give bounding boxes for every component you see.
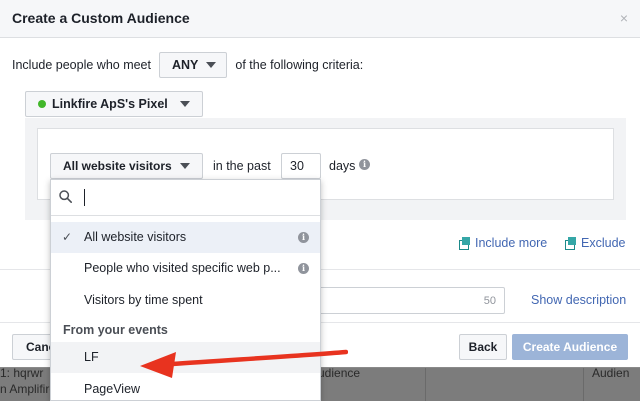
close-icon[interactable]: × [620, 10, 628, 26]
dropdown-item-label: PageView [84, 382, 141, 396]
caret-down-icon [179, 101, 190, 107]
dropdown-item-label: People who visited specific web p... [84, 261, 281, 275]
visitor-type-select[interactable]: All website visitors [50, 153, 203, 179]
pixel-select[interactable]: Linkfire ApS's Pixel [25, 91, 203, 117]
background-text: Audien [592, 366, 630, 380]
status-dot-icon [38, 100, 46, 108]
dropdown-item-label: All website visitors [84, 230, 187, 244]
dropdown-item-specific-pages[interactable]: People who visited specific web p... i [51, 253, 320, 284]
criteria-row: Include people who meet ANY of the follo… [12, 52, 363, 78]
include-icon [459, 237, 471, 250]
match-type-select[interactable]: ANY [158, 52, 228, 78]
modal-header: Create a Custom Audience × [0, 0, 640, 38]
caret-down-icon [206, 62, 217, 68]
check-icon: ✓ [62, 230, 73, 244]
criteria-prefix: Include people who meet [12, 58, 151, 72]
back-button[interactable]: Back [459, 334, 507, 360]
info-icon[interactable]: i [298, 232, 309, 243]
background-text: n Amplifire [0, 382, 57, 396]
caret-down-icon [179, 163, 190, 169]
char-count: 50 [483, 295, 496, 307]
modal-title: Create a Custom Audience [12, 10, 190, 26]
dropdown-section-header: From your events [63, 323, 168, 337]
include-more-label: Include more [475, 236, 548, 250]
audience-name-input[interactable]: 50 [300, 287, 505, 314]
dropdown-item-label: Visitors by time spent [84, 293, 203, 307]
dropdown-search[interactable] [51, 180, 320, 216]
days-label: days [329, 159, 356, 173]
days-input[interactable]: 30 [281, 153, 321, 179]
text-cursor [84, 189, 85, 206]
exclude-label: Exclude [581, 236, 626, 250]
background-text: 1: hqrwr [0, 366, 44, 380]
criteria-suffix: of the following criteria: [235, 58, 364, 72]
info-icon[interactable]: i [298, 263, 309, 274]
search-icon [59, 190, 72, 203]
dropdown-item-time-spent[interactable]: Visitors by time spent [51, 285, 320, 316]
create-audience-button[interactable]: Create Audience [512, 334, 628, 360]
exclude-link[interactable]: Exclude [565, 236, 625, 250]
include-more-link[interactable]: Include more [459, 236, 547, 250]
annotation-arrow-icon [140, 349, 348, 378]
exclude-icon [565, 237, 577, 250]
match-type-value: ANY [171, 58, 199, 72]
pixel-name: Linkfire ApS's Pixel [52, 97, 168, 111]
show-description-link[interactable]: Show description [531, 293, 626, 307]
info-icon[interactable]: i [359, 159, 370, 170]
dropdown-item-all-visitors[interactable]: ✓ All website visitors i [51, 222, 320, 253]
dropdown-item-label: LF [84, 350, 99, 364]
in-the-past-label: in the past [213, 159, 271, 173]
visitor-type-value: All website visitors [63, 159, 172, 173]
